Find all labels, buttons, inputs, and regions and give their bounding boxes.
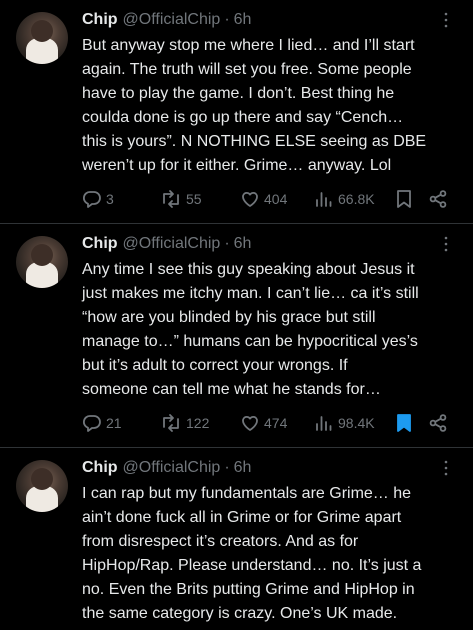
action-bar: 21 122 474 98.4K: [82, 412, 457, 434]
avatar[interactable]: [16, 236, 68, 288]
views-icon: [314, 189, 334, 209]
display-name[interactable]: Chip: [82, 235, 118, 253]
tweet-header: Chip @OfficialChip · 6h: [82, 9, 457, 31]
reply-count: 21: [106, 415, 122, 431]
tweet-2[interactable]: Chip @OfficialChip · 6h Any time I see t…: [0, 224, 473, 448]
user-handle[interactable]: @OfficialChip: [123, 235, 221, 253]
separator-dot: ·: [224, 459, 230, 476]
like-icon: [240, 413, 260, 433]
avatar[interactable]: [16, 460, 68, 512]
tweet-text: But anyway stop me where I lied… and I’l…: [82, 37, 427, 174]
repost-count: 122: [186, 415, 210, 431]
bookmark-icon: [395, 413, 413, 433]
more-icon[interactable]: [435, 9, 457, 31]
avatar[interactable]: [16, 12, 68, 64]
display-name[interactable]: Chip: [82, 11, 118, 29]
views-button[interactable]: 98.4K: [314, 412, 375, 434]
tweet-3[interactable]: Chip @OfficialChip · 6h I can rap but my…: [0, 448, 473, 630]
views-count: 66.8K: [338, 191, 375, 207]
tweet-header: Chip @OfficialChip · 6h: [82, 233, 457, 255]
share-icon: [428, 189, 448, 209]
reply-icon: [82, 413, 102, 433]
user-handle[interactable]: @OfficialChip: [123, 11, 221, 29]
repost-icon: [160, 189, 182, 209]
bookmark-button[interactable]: [395, 412, 413, 434]
action-bar: 3 55 404 66.8K: [82, 188, 457, 210]
reply-button[interactable]: 3: [82, 188, 114, 210]
reply-icon: [82, 189, 102, 209]
repost-button[interactable]: 55: [160, 188, 202, 210]
more-icon[interactable]: [435, 457, 457, 479]
display-name[interactable]: Chip: [82, 459, 118, 477]
tweet-text: I can rap but my fundamentals are Grime……: [82, 485, 422, 622]
views-button[interactable]: 66.8K: [314, 188, 375, 210]
like-count: 474: [264, 415, 288, 431]
like-count: 404: [264, 191, 288, 207]
repost-icon: [160, 413, 182, 433]
user-handle[interactable]: @OfficialChip: [123, 459, 221, 477]
share-button[interactable]: [428, 412, 448, 434]
timestamp[interactable]: 6h: [234, 459, 252, 477]
share-icon: [428, 413, 448, 433]
separator-dot: ·: [224, 11, 230, 28]
bookmark-button[interactable]: [395, 188, 413, 210]
views-count: 98.4K: [338, 415, 375, 431]
timestamp[interactable]: 6h: [234, 235, 252, 253]
tweet-1[interactable]: Chip @OfficialChip · 6h But anyway stop …: [0, 0, 473, 224]
bookmark-icon: [395, 189, 413, 209]
repost-count: 55: [186, 191, 202, 207]
repost-button[interactable]: 122: [160, 412, 209, 434]
reply-button[interactable]: 21: [82, 412, 122, 434]
more-icon[interactable]: [435, 233, 457, 255]
like-icon: [240, 189, 260, 209]
tweet-header: Chip @OfficialChip · 6h: [82, 457, 457, 479]
like-button[interactable]: 474: [240, 412, 287, 434]
separator-dot: ·: [224, 235, 230, 252]
timestamp[interactable]: 6h: [234, 11, 252, 29]
views-icon: [314, 413, 334, 433]
tweet-text: Any time I see this guy speaking about J…: [82, 261, 419, 398]
share-button[interactable]: [428, 188, 448, 210]
like-button[interactable]: 404: [240, 188, 287, 210]
reply-count: 3: [106, 191, 114, 207]
